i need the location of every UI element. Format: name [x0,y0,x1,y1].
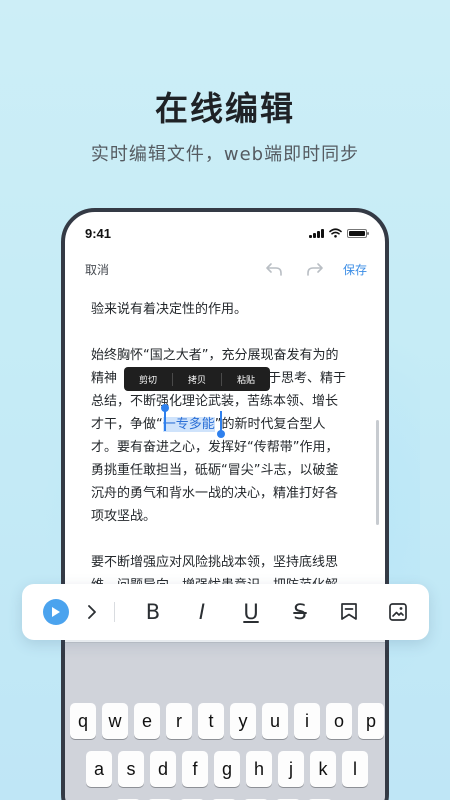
save-button[interactable]: 保存 [343,261,367,278]
copy-button[interactable]: 拷贝 [173,372,222,386]
wifi-icon [329,228,342,238]
paste-button[interactable]: 粘贴 [222,373,270,386]
promo-title: 在线编辑 [155,89,295,128]
keyboard-row-1: q w e r t y u i o p [70,703,384,739]
strikethrough-button[interactable]: S [286,598,314,626]
cellular-signal-icon [309,228,324,238]
format-toolbar: B I U S [22,584,429,640]
doc-line: 要不断增强应对风险挑战本领，坚持底线思 [91,555,339,570]
cancel-button[interactable]: 取消 [85,261,109,278]
selected-text[interactable]: 一专多能 [162,417,215,432]
bold-icon: B [145,600,161,624]
key-o[interactable]: o [326,703,352,739]
image-button[interactable] [384,598,412,626]
comment-icon [341,603,357,620]
key-h[interactable]: h [246,751,272,787]
editor-toolbar: 取消 保存 [65,258,385,282]
key-r[interactable]: r [166,703,192,739]
key-s[interactable]: s [118,751,144,787]
status-bar: 9:41 [65,224,385,244]
key-a[interactable]: a [86,751,112,787]
underline-button[interactable]: U [237,598,265,626]
key-i[interactable]: i [294,703,320,739]
doc-line: 精神 [91,371,118,386]
doc-line: 于思考、精于 [268,371,347,386]
key-q[interactable]: q [70,703,96,739]
bold-button[interactable]: B [139,598,167,626]
context-menu: 剪切 拷贝 粘贴 [124,367,270,391]
key-u[interactable]: u [262,703,288,739]
doc-line-segment: ”的新时代复合型人 [214,417,326,432]
battery-icon [347,228,369,238]
doc-line: 才。要有奋进之心，发挥好“传帮带”作用， [91,440,339,455]
key-l[interactable]: l [342,751,368,787]
keyboard: q w e r t y u i o p a s d f g h j k l [65,642,385,800]
doc-line: 勇挑重任敢担当，砥砺“冒尖”斗志，以破釜 [91,463,339,478]
comment-button[interactable] [335,598,363,626]
doc-line: 沉舟的勇气和背水一战的决心，精准打好各 [91,486,339,501]
redo-icon[interactable] [306,260,324,278]
phone-frame: 9:41 取消 保存 验来说有着决定性的作用。 始终胸怀“国之大者”，充分展现奋 [61,208,389,800]
doc-line: 验来说有着决定性的作用。 [91,302,248,317]
key-t[interactable]: t [198,703,224,739]
key-f[interactable]: f [182,751,208,787]
doc-line: 项攻坚战。 [91,509,157,524]
selection-start-handle[interactable] [161,404,169,431]
key-p[interactable]: p [358,703,384,739]
doc-line: 总结，不断强化理论武装，苦练本领、增长 [91,394,339,409]
strikethrough-icon: S [293,600,307,624]
scrollbar[interactable] [376,420,379,525]
expand-button[interactable] [78,598,106,626]
selection-end-handle[interactable] [217,411,225,438]
undo-icon[interactable] [265,260,283,278]
key-e[interactable]: e [134,703,160,739]
play-icon [43,599,69,625]
chevron-right-icon [88,605,96,619]
key-w[interactable]: w [102,703,128,739]
key-d[interactable]: d [150,751,176,787]
status-time: 9:41 [85,226,112,241]
key-y[interactable]: y [230,703,256,739]
doc-line: 始终胸怀“国之大者”，充分展现奋发有为的 [91,348,339,363]
toolbar-divider [114,602,115,622]
key-j[interactable]: j [278,751,304,787]
promo-subtitle: 实时编辑文件，web端即时同步 [90,144,360,165]
key-k[interactable]: k [310,751,336,787]
keyboard-row-2: a s d f g h j k l [86,751,368,787]
italic-icon: I [198,600,206,624]
play-button[interactable] [42,598,70,626]
italic-button[interactable]: I [188,598,216,626]
doc-line-segment: 才干，争做“ [91,417,163,432]
status-icons [309,228,369,238]
underline-icon: U [243,600,259,624]
doc-line: 才干，争做“一专多能”的新时代复合型人 [91,413,326,432]
image-icon [389,603,407,621]
cut-button[interactable]: 剪切 [124,372,173,386]
key-g[interactable]: g [214,751,240,787]
